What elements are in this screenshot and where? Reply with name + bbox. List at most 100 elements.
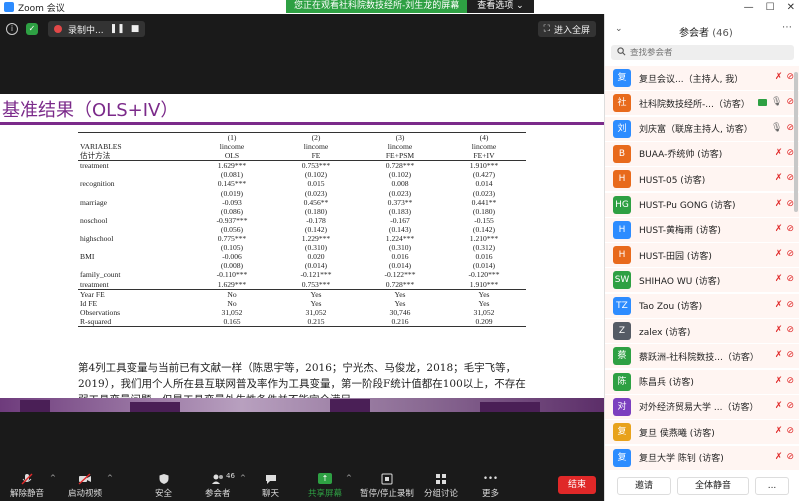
participant-item[interactable]: 社社科院数技经所-...（访客） 🎙 ⊘: [605, 91, 799, 116]
recording-indicator[interactable]: 录制中... ❚❚ ■: [48, 21, 146, 37]
mic-muted-icon[interactable]: ✗: [775, 350, 783, 360]
participant-item[interactable]: 复复旦大学 陈钊 (访客) ✗ ⊘: [605, 445, 799, 470]
video-off-icon[interactable]: ⊘: [786, 97, 794, 107]
collapse-panel-chevron-icon[interactable]: ⌄: [615, 24, 623, 34]
table-cell: 1.910***: [469, 161, 499, 171]
share-options-caret[interactable]: ^: [346, 474, 352, 482]
table-row-label: [78, 170, 190, 179]
table-row: VARIABLES lincome lincome lincome lincome: [78, 142, 526, 151]
info-icon[interactable]: i: [6, 23, 18, 35]
video-off-icon[interactable]: ⊘: [786, 123, 794, 133]
participant-item[interactable]: H HUST-05 (访客) ✗ ⊘: [605, 167, 799, 192]
participant-item[interactable]: 蔡蔡跃洲-社科院数技...（访客） ✗ ⊘: [605, 344, 799, 369]
participant-item[interactable]: TZ Tao Zou (访客) ✗ ⊘: [605, 293, 799, 318]
start-video-button[interactable]: 启动视频: [68, 470, 102, 501]
mic-on-icon[interactable]: 🎙: [771, 97, 782, 107]
participant-item[interactable]: B BUAA-乔统帅 (访客) ✗ ⊘: [605, 141, 799, 166]
mic-muted-icon[interactable]: ✗: [775, 224, 783, 234]
share-screen-button[interactable]: ↑ 共享屏幕: [308, 470, 342, 501]
breakout-rooms-button[interactable]: 分组讨论: [424, 470, 458, 501]
more-button[interactable]: ••• 更多: [482, 470, 499, 501]
maximize-button[interactable]: ☐: [766, 2, 775, 13]
pause-icon[interactable]: ❚❚: [110, 24, 125, 34]
security-button[interactable]: 安全: [155, 470, 172, 501]
panel-title-text: 参会者: [679, 28, 709, 39]
pause-stop-recording-label: 暂停/停止录制: [360, 488, 414, 499]
chat-button[interactable]: 聊天: [262, 470, 279, 501]
table-cell: 0.020: [307, 252, 325, 262]
mic-muted-icon[interactable]: ✗: [775, 274, 783, 284]
avatar: 陈: [613, 372, 631, 391]
table-row: Id FE No Yes Yes Yes: [78, 299, 526, 308]
view-options-button[interactable]: 查看选项 ⌄: [467, 0, 534, 13]
video-off-icon[interactable]: ⊘: [786, 274, 794, 284]
video-off-icon[interactable]: ⊘: [786, 224, 794, 234]
mute-all-button[interactable]: 全体静音: [677, 477, 749, 495]
invite-button[interactable]: 邀请: [617, 477, 671, 495]
table-cell: 1.629***: [217, 279, 247, 289]
video-off-icon[interactable]: ⊘: [786, 199, 794, 209]
encryption-shield-icon[interactable]: ✓: [26, 23, 38, 35]
mic-muted-icon[interactable]: ✗: [775, 199, 783, 209]
pause-stop-recording-button[interactable]: 暂停/停止录制: [360, 470, 414, 501]
mic-muted-icon[interactable]: ✗: [775, 325, 783, 335]
panel-menu-icon[interactable]: ⋯: [782, 22, 792, 33]
participant-name: 复旦会议...（主持人, 我）: [639, 74, 744, 85]
mic-muted-icon[interactable]: ✗: [775, 300, 783, 310]
mic-muted-icon[interactable]: ✗: [775, 72, 783, 82]
unmute-button[interactable]: 解除静音: [10, 470, 44, 501]
participant-item[interactable]: SW SHIHAO WU (访客) ✗ ⊘: [605, 268, 799, 293]
table-cell: lincome: [387, 142, 413, 152]
video-off-icon[interactable]: ⊘: [786, 426, 794, 436]
participants-options-caret[interactable]: ^: [240, 474, 246, 482]
participant-item[interactable]: 刘刘庆富（联席主持人, 访客） 🎙 ⊘: [605, 116, 799, 141]
video-off-icon[interactable]: ⊘: [786, 325, 794, 335]
mic-muted-icon[interactable]: ✗: [775, 148, 783, 158]
mic-muted-icon[interactable]: ✗: [775, 452, 783, 462]
minimize-button[interactable]: —: [744, 2, 754, 13]
table-row-label: treatment: [80, 161, 109, 171]
participant-item[interactable]: 对对外经济贸易大学 ...（访客） ✗ ⊘: [605, 394, 799, 419]
video-off-icon[interactable]: ⊘: [786, 376, 794, 386]
mic-muted-icon[interactable]: ✗: [775, 249, 783, 259]
participant-item[interactable]: Zzalex (访客) ✗ ⊘: [605, 319, 799, 343]
fullscreen-button[interactable]: ⛶ 进入全屏: [537, 21, 596, 37]
mic-muted-icon[interactable]: ✗: [775, 426, 783, 436]
video-off-icon[interactable]: ⊘: [786, 72, 794, 82]
participant-item[interactable]: H HUST-田园 (访客) ✗ ⊘: [605, 243, 799, 268]
footer-building-shape: [480, 402, 540, 412]
start-video-label: 启动视频: [68, 488, 103, 499]
table-cell: Yes: [274, 288, 358, 299]
video-off-icon[interactable]: ⊘: [786, 401, 794, 411]
video-off-icon[interactable]: ⊘: [786, 173, 794, 183]
participant-item[interactable]: 陈陈昌兵 (访客) ✗ ⊘: [605, 369, 799, 394]
video-options-caret[interactable]: ^: [107, 474, 113, 482]
video-off-icon[interactable]: ⊘: [786, 249, 794, 259]
participant-item[interactable]: HG HUST-Pu GONG (访客) ✗ ⊘: [605, 192, 799, 217]
table-cell: FE: [274, 151, 358, 162]
participant-search-box[interactable]: [611, 45, 794, 60]
participant-status: ✗ ⊘: [775, 452, 794, 462]
table-cell: (0.143): [388, 224, 412, 234]
video-off-icon[interactable]: ⊘: [786, 300, 794, 310]
end-meeting-button[interactable]: 结束: [558, 476, 596, 494]
table-cell: Yes: [358, 288, 442, 299]
participant-search-input[interactable]: [630, 47, 780, 58]
mic-muted-icon[interactable]: ✗: [775, 376, 783, 386]
video-off-icon[interactable]: ⊘: [786, 148, 794, 158]
participant-item[interactable]: 复复旦 侯燕曦 (访客) ✗ ⊘: [605, 420, 799, 445]
participants-scrollbar[interactable]: [794, 72, 798, 212]
panel-more-button[interactable]: ...: [755, 477, 789, 495]
mic-muted-icon[interactable]: ✗: [775, 173, 783, 183]
video-off-icon[interactable]: ⊘: [786, 350, 794, 360]
mic-on-icon[interactable]: 🎙: [771, 123, 782, 133]
participants-panel-footer: 邀请 全体静音 ...: [605, 471, 799, 501]
audio-options-caret[interactable]: ^: [50, 474, 56, 482]
close-button[interactable]: ✕: [787, 2, 795, 13]
participant-item[interactable]: 复复旦会议...（主持人, 我） ✗ ⊘: [605, 66, 799, 90]
video-off-icon[interactable]: ⊘: [786, 452, 794, 462]
stop-icon[interactable]: ■: [131, 24, 140, 34]
video-on-icon: [758, 98, 768, 106]
participant-item[interactable]: H HUST-黄梅雨 (访客) ✗ ⊘: [605, 217, 799, 242]
mic-muted-icon[interactable]: ✗: [775, 401, 783, 411]
